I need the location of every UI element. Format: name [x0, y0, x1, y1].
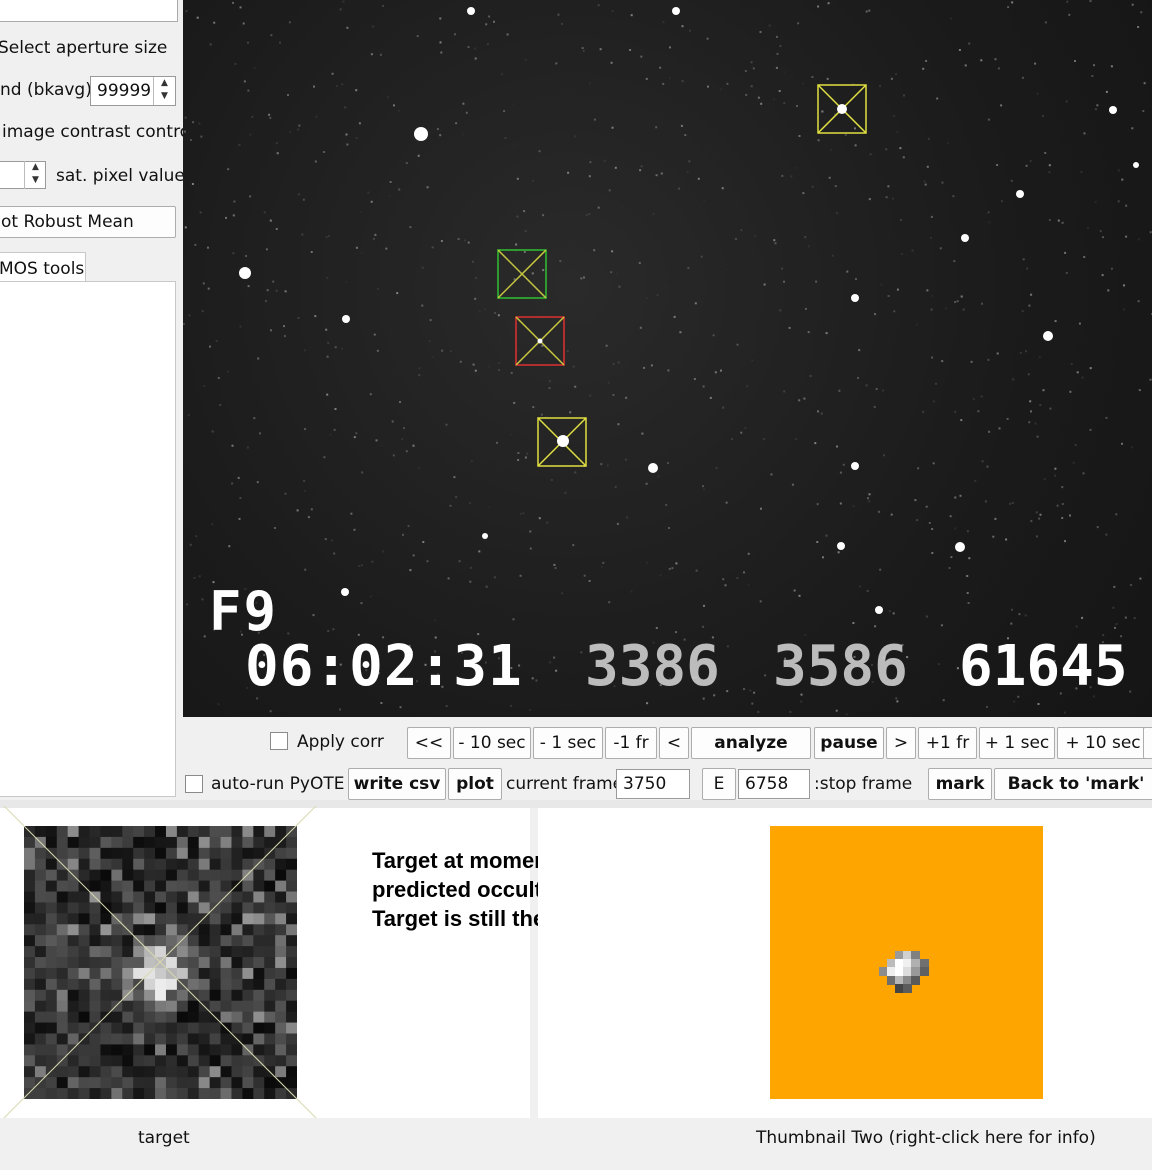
current-frame-label: current frame:	[506, 774, 629, 794]
left-panel: Select aperture size nd (bkavg) 99999 ▲ ▼…	[0, 0, 195, 800]
nav-button-2[interactable]: - 1 sec	[533, 727, 603, 759]
thumbnail-one-aperture-overlay	[3, 805, 317, 1119]
tab-content-pane	[0, 281, 176, 797]
nav-button-5[interactable]: analyze	[691, 727, 811, 759]
nav-button-9[interactable]: + 1 sec	[979, 727, 1055, 759]
thumbnail-two-image	[770, 826, 1043, 1099]
thumbnail-one-caption: target	[138, 1128, 190, 1148]
bkavg-label: nd (bkavg)	[0, 80, 92, 100]
green-aperture[interactable]	[497, 249, 547, 299]
stop-frame-input[interactable]: 6758	[738, 769, 810, 799]
osd-timestamp: 06:02:31	[245, 634, 523, 699]
video-frame[interactable]: F9 06:02:31 3386 3586 61645	[183, 0, 1152, 717]
nav-button-10[interactable]: + 10 sec	[1057, 727, 1149, 759]
plot-button[interactable]: plot	[448, 768, 502, 800]
osd-counter-c: 61645	[959, 634, 1128, 699]
nav-button-0[interactable]: <<	[407, 727, 451, 759]
bkavg-spinner[interactable]: ▲ ▼	[153, 77, 175, 105]
write-csv-button[interactable]: write csv	[348, 768, 446, 800]
sat-pixel-spinner[interactable]: ▲ ▼	[24, 161, 46, 189]
nav-button-1[interactable]: - 10 sec	[453, 727, 531, 759]
apply-corr-label: Apply corr	[297, 732, 384, 752]
sat-pixel-label: sat. pixel value	[56, 166, 185, 186]
select-aperture-label: Select aperture size	[0, 38, 168, 58]
mark-button[interactable]: mark	[928, 768, 992, 800]
nav-button-7[interactable]: >	[886, 727, 916, 759]
nav-button-6[interactable]: pause	[814, 727, 884, 759]
tab-mos-tools-label: MOS tools	[0, 259, 85, 279]
nav-button-4[interactable]: <	[659, 727, 689, 759]
contrast-label: image contrast control	[2, 122, 195, 142]
osd-counter-a: 3386	[585, 634, 720, 699]
nav-button-8[interactable]: +1 fr	[918, 727, 977, 759]
apply-corr-checkbox[interactable]	[270, 732, 288, 750]
stop-frame-label: :stop frame	[814, 774, 913, 794]
back-to-mark-button[interactable]: Back to 'mark'	[994, 768, 1152, 800]
nav-button-3[interactable]: -1 fr	[605, 727, 657, 759]
robust-mean-button[interactable]: ot Robust Mean	[0, 206, 176, 238]
osd-counter-b: 3586	[773, 634, 908, 699]
auto-run-pyote-checkbox[interactable]	[185, 775, 203, 793]
thumbnail-two-caption[interactable]: Thumbnail Two (right-click here for info…	[756, 1128, 1096, 1148]
aperture-size-combo[interactable]	[0, 0, 178, 22]
current-frame-input[interactable]: 3750	[616, 769, 690, 799]
bkavg-value: 99999	[97, 81, 152, 101]
tab-mos-tools[interactable]: MOS tools	[0, 252, 86, 282]
auto-run-pyote-label: auto-run PyOTE	[211, 774, 345, 794]
nav-button-overflow[interactable]	[1143, 727, 1152, 759]
apertures	[497, 84, 867, 467]
e-button[interactable]: E	[702, 768, 736, 800]
